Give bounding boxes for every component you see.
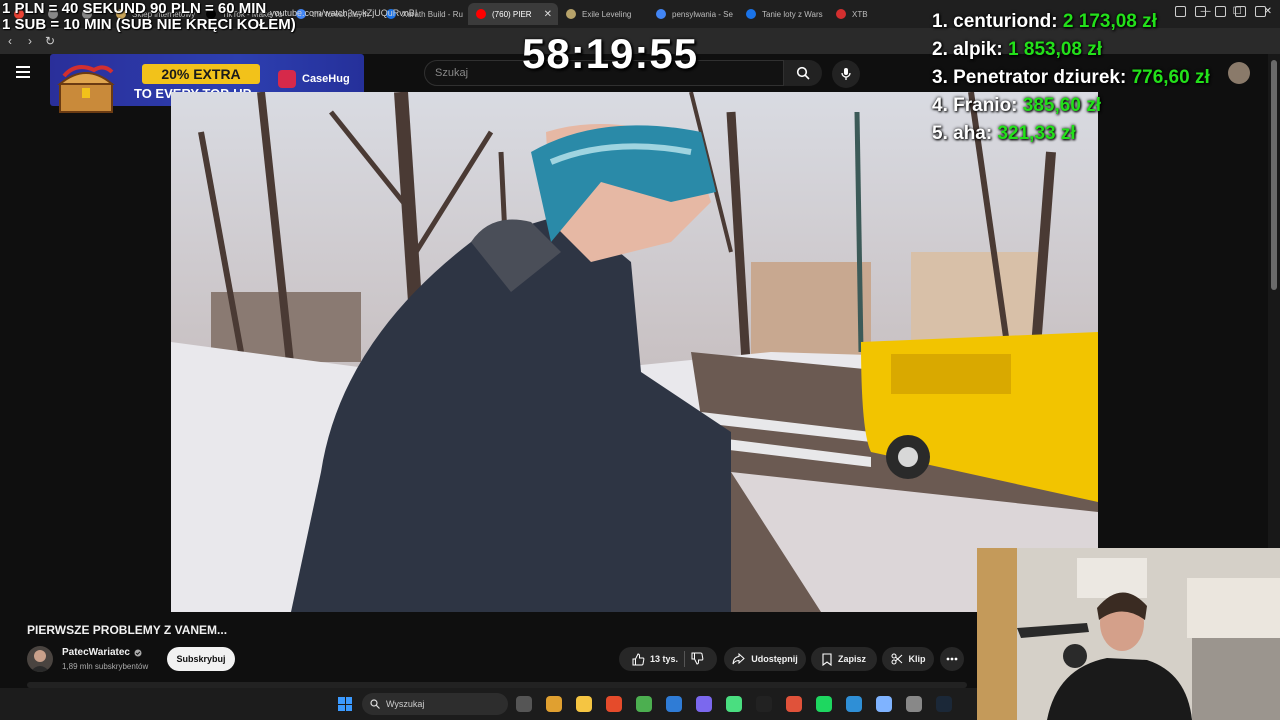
ad-brand: CaseHug xyxy=(302,73,350,85)
leaderboard-row: 2. alpik: 1 853,08 zł xyxy=(932,36,1210,64)
extension-icon[interactable] xyxy=(1235,6,1246,17)
taskbar-search-label: Wyszukaj xyxy=(386,699,425,709)
rates-line-2: 1 SUB = 10 MIN (SUB NIE KRĘCI KOŁEM) xyxy=(2,16,296,33)
share-label: Udostępnij xyxy=(751,654,798,664)
donation-amount: 385,60 zł xyxy=(1022,95,1101,116)
donor-name: 1. centuriond: xyxy=(932,11,1063,32)
donation-amount: 321,33 zł xyxy=(997,123,1076,144)
channel-avatar[interactable] xyxy=(27,646,53,672)
donor-name: 5. aha: xyxy=(932,123,998,144)
more-horizontal-icon xyxy=(946,657,958,661)
menu-icon[interactable] xyxy=(16,66,30,78)
thumbs-up-icon xyxy=(632,652,645,665)
like-count: 13 tys. xyxy=(649,654,679,664)
webcam-feed xyxy=(977,548,1280,720)
channel-avatar-image xyxy=(30,650,50,672)
taskbar-search[interactable]: Wyszukaj xyxy=(362,693,508,715)
leaderboard-row: 4. Franio: 385,60 zł xyxy=(932,92,1210,120)
taskbar-app-icon[interactable] xyxy=(726,696,742,712)
like-divider xyxy=(684,651,686,667)
donation-amount: 2 173,08 zł xyxy=(1062,11,1157,32)
channel-name: PatecWariatec xyxy=(62,647,130,658)
screen: Sklep internetowy TikTok - Make Yo the for… xyxy=(0,0,1280,720)
windows-start-icon[interactable] xyxy=(338,697,352,711)
rates-line-1: 1 PLN = 40 SEKUND 90 PLN = 60 MIN xyxy=(2,0,267,17)
taskbar-app-icon[interactable] xyxy=(846,696,862,712)
like-dislike-group: 13 tys. xyxy=(619,647,717,671)
taskbar-search-icon xyxy=(370,699,380,709)
clip-button[interactable]: Klip xyxy=(882,647,934,671)
clip-label: Klip xyxy=(908,654,926,664)
donor-name: 4. Franio: xyxy=(932,95,1023,116)
taskbar-apps xyxy=(516,696,952,712)
taskbar-app-icon[interactable] xyxy=(606,696,622,712)
taskbar-app-icon[interactable] xyxy=(756,696,772,712)
donor-name: 3. Penetrator dziurek: xyxy=(932,67,1132,88)
leaderboard-row: 5. aha: 321,33 zł xyxy=(932,120,1210,148)
subathon-timer: 58:19:55 xyxy=(522,30,699,77)
search-placeholder: Szukaj xyxy=(435,67,469,79)
casehug-logo xyxy=(278,70,296,88)
taskbar-app-icon[interactable] xyxy=(516,696,532,712)
taskbar-app-icon[interactable] xyxy=(576,696,592,712)
taskbar-app-icon[interactable] xyxy=(936,696,952,712)
taskbar-app-icon[interactable] xyxy=(696,696,712,712)
donation-leaderboard: 1. centuriond: 2 173,08 zł 2. alpik: 1 85… xyxy=(932,8,1210,148)
webcam-image xyxy=(977,548,1280,720)
subscriber-count: 1,89 mln subskrybentów xyxy=(62,662,149,671)
share-icon xyxy=(732,653,745,665)
thumbs-down-icon xyxy=(691,652,704,665)
treasure-chest-icon xyxy=(57,65,115,113)
taskbar-app-icon[interactable] xyxy=(816,696,832,712)
donation-amount: 1 853,08 zł xyxy=(1008,39,1103,60)
taskbar-app-icon[interactable] xyxy=(636,696,652,712)
save-button[interactable]: Zapisz xyxy=(811,647,877,671)
like-button[interactable]: 13 tys. xyxy=(632,652,679,666)
video-frame-image xyxy=(171,92,1098,612)
forward-icon[interactable]: › xyxy=(20,34,40,48)
taskbar-app-icon[interactable] xyxy=(666,696,682,712)
reload-icon[interactable]: ↻ xyxy=(40,34,60,48)
leaderboard-row: 3. Penetrator dziurek: 776,60 zł xyxy=(932,64,1210,92)
taskbar-app-icon[interactable] xyxy=(906,696,922,712)
ad-badge: 20% EXTRA xyxy=(142,64,260,84)
account-avatar[interactable] xyxy=(1228,62,1250,84)
dislike-button[interactable] xyxy=(691,652,704,667)
scrollbar-thumb[interactable] xyxy=(1271,60,1277,290)
back-icon[interactable]: ‹ xyxy=(0,34,20,48)
channel-name-row[interactable]: PatecWariatec xyxy=(62,647,142,658)
extension-icon[interactable] xyxy=(1255,6,1266,17)
save-label: Zapisz xyxy=(837,654,866,664)
video-player[interactable] xyxy=(171,92,1098,612)
voice-search-button[interactable] xyxy=(832,60,860,88)
video-title: PIERWSZE PROBLEMY Z VANEM... xyxy=(27,623,228,637)
donor-name: 2. alpik: xyxy=(932,39,1009,60)
microphone-icon xyxy=(841,68,851,80)
scissors-icon xyxy=(891,653,902,665)
search-icon xyxy=(796,66,810,80)
taskbar-app-icon[interactable] xyxy=(876,696,892,712)
leaderboard-row: 1. centuriond: 2 173,08 zł xyxy=(932,8,1210,36)
taskbar-app-icon[interactable] xyxy=(786,696,802,712)
donation-rates-overlay: 1 PLN = 40 SEKUND 90 PLN = 60 MIN 1 SUB … xyxy=(2,1,296,33)
extension-icon[interactable] xyxy=(1215,6,1226,17)
bookmark-icon xyxy=(822,652,832,666)
page-scrollbar[interactable] xyxy=(1268,54,1280,548)
taskbar-app-icon[interactable] xyxy=(546,696,562,712)
windows-taskbar: Wyszukaj xyxy=(0,688,977,720)
url-field[interactable]: youtube.com/watch?v=kZjUQuRvnBI xyxy=(246,4,866,22)
more-actions-button[interactable] xyxy=(940,647,964,671)
subscribe-button[interactable]: Subskrybuj xyxy=(167,647,235,671)
share-button[interactable]: Udostępnij xyxy=(724,647,806,671)
search-button[interactable] xyxy=(784,60,822,86)
donation-amount: 776,60 zł xyxy=(1131,67,1210,88)
verified-icon xyxy=(134,649,142,656)
